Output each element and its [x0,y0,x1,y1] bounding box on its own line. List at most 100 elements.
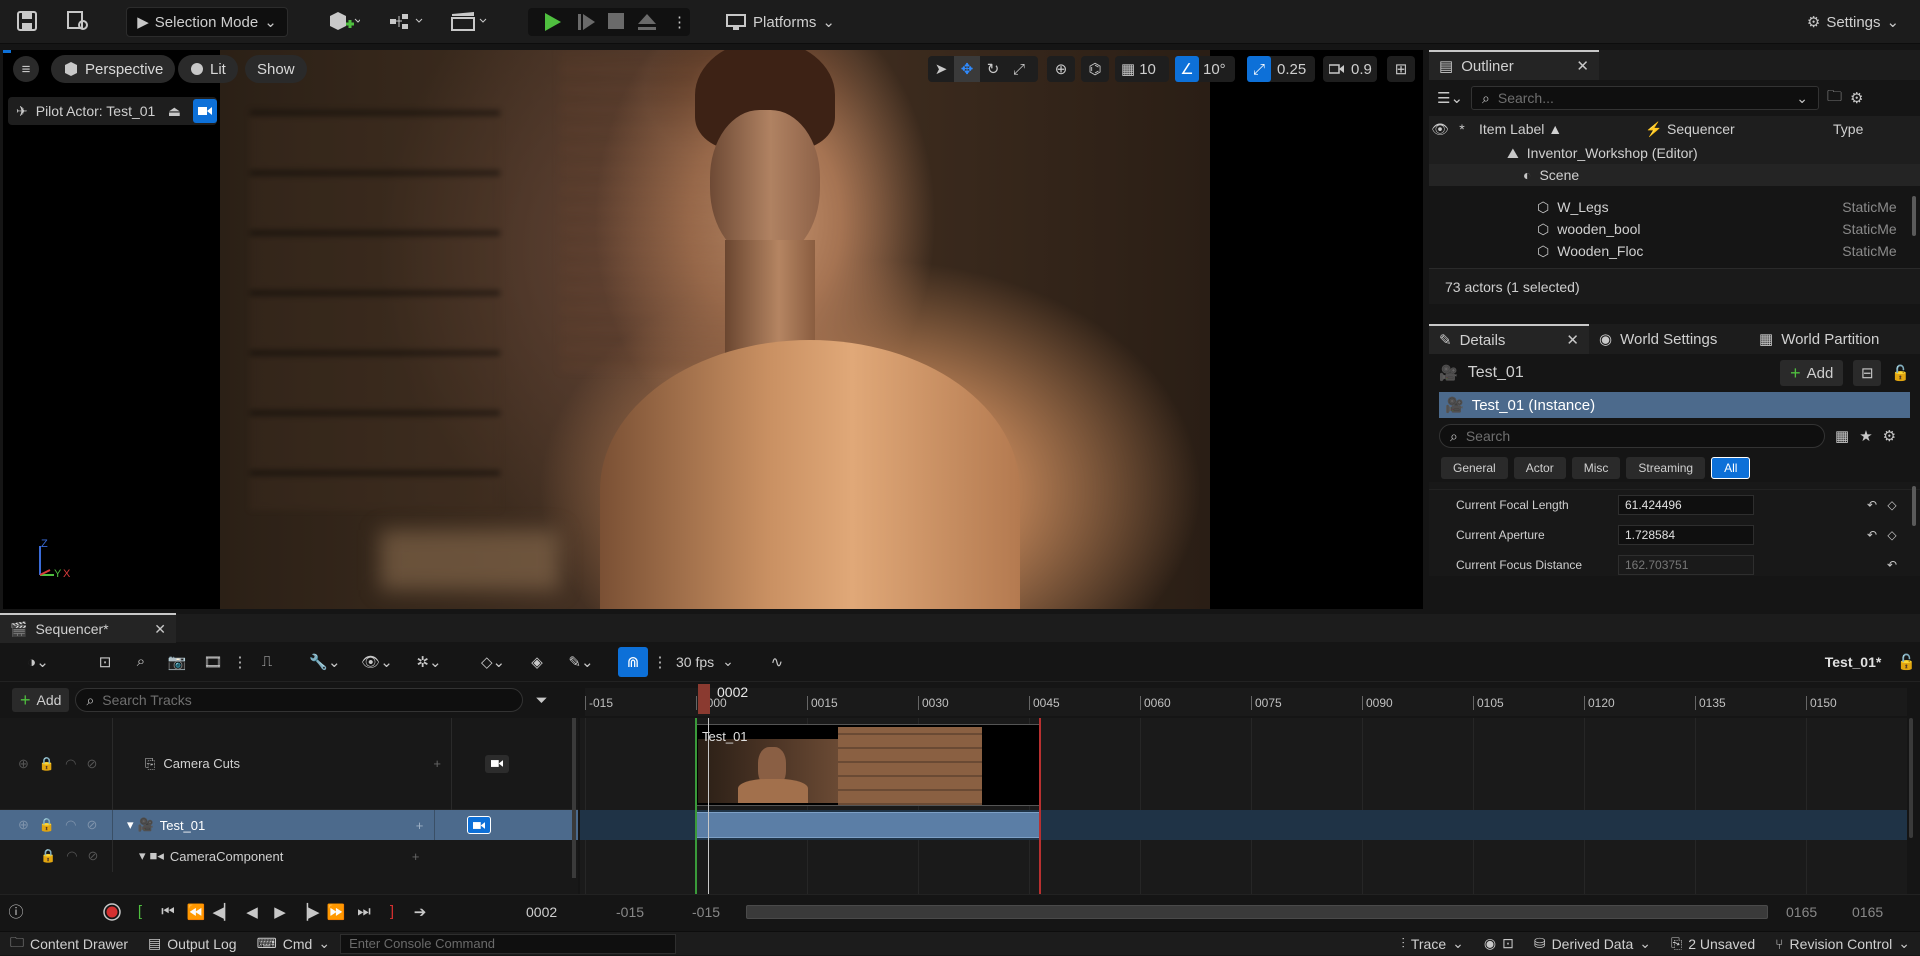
track-row-camera-component[interactable]: 🔒 ◠ ⊘ ▾ ■◂ CameraComponent + [0,840,578,872]
table-view-icon[interactable]: ▦ [1835,427,1849,445]
record-trace-icon[interactable]: ◉ ⊡ [1474,932,1524,956]
outliner-search-input[interactable]: ⌕ Search... ⌄ [1471,86,1820,110]
playhead-handle[interactable] [698,684,710,714]
tree-row[interactable]: ◐ Scene [1429,164,1920,186]
pin-icon[interactable]: ⊕ [18,756,29,772]
star-icon[interactable]: * [1451,121,1473,137]
view-range-end[interactable]: 0165 [1852,904,1883,920]
world-local-icon[interactable]: ⊕ [1047,56,1075,82]
console-command-input[interactable]: Enter Console Command [340,933,677,954]
camera-actor-icon[interactable]: 📷 [162,647,192,677]
key-all-icon[interactable]: ◈ [522,647,552,677]
tree-row[interactable]: ⬡ Wooden_Floc StaticMe [1429,240,1920,262]
filter-actor[interactable]: Actor [1513,457,1566,479]
filter-icon[interactable]: ☰⌄ [1437,89,1463,107]
settings-menu[interactable]: ⚙ Settings ⌄ [1800,7,1906,37]
eye-icon[interactable]: 👁 [1429,121,1451,138]
lit-button[interactable]: Lit [178,55,238,83]
reset-icon[interactable]: ↶ [1862,528,1882,542]
next-frame-icon[interactable]: ▕▶ [294,903,322,921]
outliner-scrollbar[interactable] [1912,196,1916,236]
set-end-icon[interactable]: ] [378,903,406,920]
solo-icon[interactable]: ◠ [65,756,76,772]
camera-cut-section[interactable]: Test_01 [695,724,1040,806]
gear-icon[interactable]: ⚙ [1850,89,1863,107]
column-sequencer[interactable]: Sequencer [1667,121,1827,137]
view-options-icon[interactable]: 👁⌄ [354,647,400,677]
derived-data-dropdown[interactable]: ⛁ Derived Data ⌄ [1524,932,1661,956]
blueprint-icon[interactable] [388,10,426,32]
world-sequence-icon[interactable]: ◑⌄ [16,647,60,677]
playback-end-marker[interactable] [1039,718,1041,914]
platforms-menu[interactable]: Platforms ⌄ [724,7,836,37]
timeline-ruler[interactable]: -015 0000 0015 0030 0045 0060 0075 0090 … [585,688,1907,716]
render-movie-icon[interactable]: 🎞 [198,647,228,677]
expand-arrow-icon[interactable]: ▾ [139,848,146,864]
keyframe-icon[interactable]: ◇ [1882,528,1902,542]
camera-lock-icon[interactable] [484,754,509,773]
add-icon[interactable]: + [433,756,451,771]
fps-dropdown[interactable]: 30 fps ⌄ [676,653,734,670]
trace-dropdown[interactable]: ⫶ Trace ⌄ [1391,932,1474,956]
tree-row[interactable]: ⬡ wooden_bool StaticMe [1429,218,1920,240]
cinematics-icon[interactable] [450,10,490,32]
camera-speed-button[interactable]: 0.9 [1323,56,1377,82]
playback-options-icon[interactable]: ⎍ [252,647,282,677]
play-icon[interactable] [541,11,563,33]
surface-snap-icon[interactable]: ⌬ [1081,56,1109,82]
scale-snap-button[interactable]: ⤢ 0.25 [1247,56,1315,82]
details-search-input[interactable]: ⌕ Search [1439,424,1825,448]
filter-icon[interactable]: ⏷ [535,692,547,709]
camera-lock-icon[interactable] [193,99,218,123]
stop-icon[interactable] [606,11,626,31]
track-list-scrollbar[interactable] [572,718,576,878]
track-row-test-01[interactable]: ⊕ 🔒 ◠ ⊘ ▾ 🎥 Test_01 + [0,810,578,840]
cmd-dropdown[interactable]: ⌨ Cmd ⌄ [247,932,341,956]
advance-frame-icon[interactable] [575,11,597,33]
playback-range-end[interactable]: 0165 [1786,904,1852,920]
tab-sequencer[interactable]: 🎬 Sequencer* ✕ [0,613,176,643]
rotate-tool-icon[interactable]: ↻ [980,60,1006,78]
jump-end-icon[interactable]: ⏭ [350,903,378,920]
timeline-v-scrollbar[interactable] [1909,718,1913,838]
add-track-button[interactable]: + Add [12,688,70,712]
filter-misc[interactable]: Misc [1571,457,1621,479]
favorite-star-icon[interactable]: ★ [1859,427,1872,445]
key-interp-icon[interactable]: ◇⌄ [470,647,516,677]
revision-control-dropdown[interactable]: ⑂ Revision Control ⌄ [1765,932,1920,956]
save-sequence-icon[interactable]: ⊡ [90,647,120,677]
auto-key-icon[interactable]: ✲⌄ [406,647,452,677]
info-icon[interactable]: ⓘ [0,901,32,922]
add-component-button[interactable]: + Add [1780,360,1844,386]
filter-all[interactable]: All [1711,457,1751,479]
close-icon[interactable]: ✕ [154,621,166,638]
rotation-snap-button[interactable]: ∠ 10° [1175,56,1235,82]
perspective-button[interactable]: Perspective [51,55,176,83]
add-actor-icon[interactable] [326,10,360,32]
save-icon[interactable] [16,10,38,32]
curve-editor-icon[interactable]: ∿ [762,647,792,677]
level-viewport[interactable]: ≡ Perspective Lit Show ✈ Pilot Actor: Te… [3,50,1423,609]
selection-mode-dropdown[interactable]: ▶ Selection Mode ⌄ [126,7,288,37]
track-search-input[interactable]: ⌕ Search Tracks [75,688,524,712]
record-icon[interactable] [98,902,126,922]
snap-magnet-icon[interactable]: ⋒ [618,646,648,677]
timeline-h-scrollbar[interactable] [746,904,1768,919]
edit-mode-icon[interactable]: ✎⌄ [558,647,604,677]
lock-icon[interactable]: 🔓 [1897,653,1916,671]
reset-icon[interactable]: ↶ [1882,558,1902,572]
column-type[interactable]: Type [1827,121,1863,137]
mute-icon[interactable]: ⊘ [86,756,97,772]
scale-tool-icon[interactable]: ⤢ [1006,61,1032,78]
select-tool-icon[interactable]: ➤ [928,60,954,78]
lock-icon[interactable]: 🔒 [40,848,56,864]
playback-range-start[interactable]: -015 [692,904,746,920]
jump-start-icon[interactable]: ⏮ [154,903,182,920]
blueprint-convert-icon[interactable]: ⊟ [1853,360,1882,386]
playback-start-marker[interactable] [695,718,697,914]
filter-streaming[interactable]: Streaming [1626,457,1706,479]
tab-outliner[interactable]: ▤ Outliner ✕ [1429,50,1599,80]
prev-frame-icon[interactable]: ◀▏ [210,903,238,921]
actions-icon[interactable]: 🔧⌄ [302,647,348,677]
camera-lock-active-icon[interactable] [467,816,492,834]
